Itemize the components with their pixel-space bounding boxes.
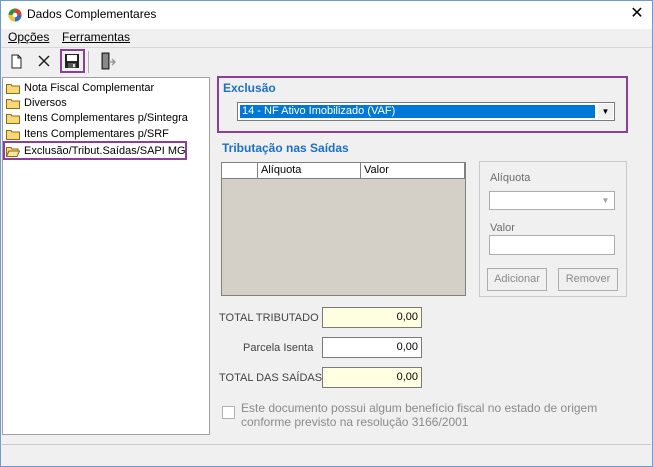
aliquota-select[interactable]: ▼ bbox=[489, 191, 615, 210]
beneficio-fiscal-checkbox[interactable] bbox=[222, 406, 235, 419]
parcela-isenta-label: Parcela Isenta bbox=[243, 342, 314, 354]
exclusao-selected-value: 14 - NF Ativo Imobilizado (VAF) bbox=[242, 105, 396, 117]
total-tributado-field[interactable]: 0,00 bbox=[322, 307, 422, 328]
menu-opcoes[interactable]: Opções bbox=[8, 30, 49, 44]
selected-tree-highlight bbox=[3, 141, 187, 160]
grid-header: Alíquota Valor bbox=[222, 163, 465, 179]
folder-icon bbox=[6, 114, 20, 124]
toolbar bbox=[1, 47, 652, 76]
close-icon[interactable]: ✕ bbox=[626, 3, 648, 25]
tree-item-label: Itens Complementares p/SRF bbox=[24, 128, 169, 140]
tributacao-title: Tributação nas Saídas bbox=[222, 141, 349, 155]
grid-header-valor[interactable]: Valor bbox=[361, 163, 465, 178]
parcela-isenta-field[interactable]: 0,00 bbox=[322, 337, 422, 358]
beneficio-fiscal-label: Este documento possui algum benefício fi… bbox=[241, 401, 598, 429]
exclusao-select[interactable]: 14 - NF Ativo Imobilizado (VAF) ▼ bbox=[237, 102, 615, 121]
menu-bar: Opções Ferramentas bbox=[1, 29, 652, 47]
total-tributado-label: TOTAL TRIBUTADO bbox=[219, 312, 319, 324]
save-highlight bbox=[60, 49, 85, 73]
grid-header-indicator bbox=[222, 163, 258, 178]
exclusao-title: Exclusão bbox=[223, 81, 276, 95]
valor-input[interactable] bbox=[489, 235, 615, 255]
window-title: Dados Complementares bbox=[27, 7, 157, 21]
aliquota-label: Alíquota bbox=[490, 172, 531, 184]
folder-icon bbox=[6, 84, 20, 94]
tree-item-label: Itens Complementares p/Sintegra bbox=[24, 112, 188, 124]
chevron-down-icon[interactable]: ▼ bbox=[598, 193, 613, 208]
tributacao-grid[interactable]: Alíquota Valor bbox=[221, 162, 466, 296]
remover-button[interactable]: Remover bbox=[558, 268, 618, 291]
folder-icon bbox=[6, 99, 20, 109]
navigation-tree: Nota Fiscal Complementar Diversos Itens … bbox=[2, 77, 210, 435]
valor-label: Valor bbox=[490, 222, 515, 234]
tree-item-label: Diversos bbox=[24, 97, 67, 109]
app-icon bbox=[8, 8, 22, 22]
folder-icon bbox=[6, 130, 20, 140]
total-saidas-field[interactable]: 0,00 bbox=[322, 367, 422, 388]
chevron-down-icon[interactable]: ▼ bbox=[598, 104, 613, 119]
menu-ferramentas[interactable]: Ferramentas bbox=[62, 30, 130, 44]
toolbar-separator bbox=[88, 51, 89, 73]
exit-door-icon[interactable] bbox=[97, 51, 117, 71]
delete-icon[interactable] bbox=[34, 51, 54, 71]
grid-header-aliquota[interactable]: Alíquota bbox=[258, 163, 361, 178]
title-bar: Dados Complementares ✕ bbox=[1, 1, 652, 29]
tree-item-label: Nota Fiscal Complementar bbox=[24, 82, 155, 94]
status-bar bbox=[2, 444, 651, 465]
main-window: Dados Complementares ✕ Opções Ferramenta… bbox=[0, 0, 653, 467]
total-saidas-label: TOTAL DAS SAÍDAS bbox=[219, 372, 323, 384]
adicionar-button[interactable]: Adicionar bbox=[487, 268, 547, 291]
new-document-icon[interactable] bbox=[6, 51, 26, 71]
